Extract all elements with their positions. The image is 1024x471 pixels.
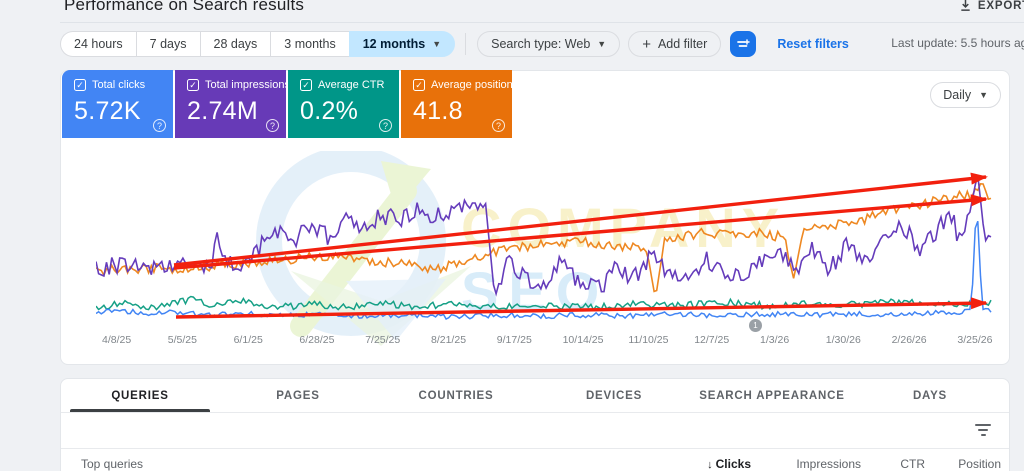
clicks-header-label: Clicks [715, 457, 751, 471]
x-axis-tick-label: 6/28/25 [299, 334, 334, 346]
tab-devices[interactable]: DEVICES [535, 379, 693, 412]
date-range-segmented-control: 24 hours 7 days 28 days 3 months 12 mont… [60, 31, 456, 57]
date-range-selected-label: 12 months [362, 37, 426, 51]
column-header-position[interactable]: Position [958, 457, 1001, 471]
filter-separator [465, 33, 467, 55]
help-icon[interactable]: ? [266, 119, 279, 132]
metric-card-average-ctr[interactable]: ✓ Average CTR 0.2% ? [288, 70, 399, 138]
tab-days[interactable]: DAYS [851, 379, 1009, 412]
reset-filters-link[interactable]: Reset filters [777, 37, 849, 51]
tab-queries[interactable]: QUERIES [61, 379, 219, 412]
column-header-top-queries[interactable]: Top queries [81, 457, 143, 471]
x-axis-tick-label: 2/26/26 [892, 334, 927, 346]
header-divider [60, 22, 1024, 23]
tab-pages[interactable]: PAGES [219, 379, 377, 412]
add-filter-button[interactable]: + Add filter [628, 31, 722, 57]
date-range-24-hours[interactable]: 24 hours [60, 31, 136, 57]
filter-settings-button[interactable] [730, 31, 757, 57]
x-axis-tick-label: 3/25/26 [957, 334, 992, 346]
chart-plot-area[interactable]: COMPANY SEO 4/8/25 5/5/25 6/1/25 6/28/25 7/2… [95, 146, 996, 356]
search-type-label: Search type: Web [491, 37, 591, 51]
export-label: EXPORT [977, 0, 1024, 12]
date-range-12-months-selected[interactable]: 12 months ▼ [348, 31, 456, 57]
search-type-dropdown[interactable]: Search type: Web ▼ [477, 31, 621, 57]
page-title: Performance on Search results [64, 0, 305, 14]
x-axis-tick-label: 11/10/25 [628, 334, 668, 346]
table-toolbar [61, 413, 1009, 449]
metric-card-total-impressions[interactable]: ✓ Total impressions 2.74M ? [175, 70, 290, 138]
help-icon[interactable]: ? [379, 119, 392, 132]
x-axis-tick-label: 7/25/25 [365, 334, 400, 346]
performance-chart-card: ✓ Total clicks 5.72K ? ✓ Total impressio… [60, 70, 1010, 365]
column-header-clicks-sorted[interactable]: ↓ Clicks [707, 457, 751, 471]
chevron-down-icon: ▼ [432, 38, 442, 49]
plus-icon: + [642, 35, 651, 53]
add-filter-label: Add filter [657, 37, 708, 51]
performance-line-chart: COMPANY SEO 4/8/25 5/5/25 6/1/25 6/28/25 7/2… [95, 146, 993, 346]
tab-search-appearance[interactable]: SEARCH APPEARANCE [693, 379, 851, 412]
granularity-label: Daily [943, 88, 972, 102]
checkbox-checked-icon[interactable]: ✓ [300, 79, 312, 91]
chevron-down-icon: ▼ [597, 38, 607, 49]
metric-card-average-position[interactable]: ✓ Average position 41.8 ? [401, 70, 513, 138]
table-header-row: Top queries ↓ Clicks Impressions CTR Posi… [61, 449, 1009, 471]
x-axis-tick-label: 12/7/25 [694, 334, 729, 346]
last-update-text: Last update: 5.5 hours ago [891, 36, 1024, 50]
watermark-text-line2: SEO [461, 260, 609, 323]
help-icon[interactable]: ? [492, 119, 505, 132]
export-button[interactable]: EXPORT [959, 0, 1024, 12]
table-tabs: QUERIES PAGES COUNTRIES DEVICES SEARCH A… [61, 379, 1009, 413]
metric-label: Total clicks [92, 79, 146, 91]
timeline-annotation-badge[interactable]: 1 [749, 319, 762, 332]
x-axis-tick-label: 1/30/26 [826, 334, 861, 346]
tab-label: QUERIES [111, 389, 169, 402]
x-axis-tick-label: 5/5/25 [168, 334, 197, 346]
x-axis-tick-label: 4/8/25 [102, 334, 131, 346]
tune-filter-icon [737, 39, 751, 47]
search-console-performance-page: Performance on Search results EXPORT 24 … [0, 0, 1024, 471]
date-range-28-days[interactable]: 28 days [199, 31, 271, 57]
column-header-ctr[interactable]: CTR [900, 457, 925, 471]
active-tab-underline [70, 409, 210, 412]
x-axis-tick-label: 1/3/26 [760, 334, 789, 346]
x-axis-tick-label: 8/21/25 [431, 334, 466, 346]
x-axis-labels: 4/8/25 5/5/25 6/1/25 6/28/25 7/25/25 8/21/25 9… [102, 334, 993, 346]
filter-bar: 24 hours 7 days 28 days 3 months 12 mont… [60, 31, 1024, 57]
date-range-3-months[interactable]: 3 months [270, 31, 349, 57]
checkbox-checked-icon[interactable]: ✓ [187, 79, 199, 91]
download-icon [961, 0, 970, 11]
x-axis-tick-label: 9/17/25 [497, 334, 532, 346]
metric-label: Total impressions [205, 79, 290, 91]
results-table-card: QUERIES PAGES COUNTRIES DEVICES SEARCH A… [60, 378, 1010, 471]
help-icon[interactable]: ? [153, 119, 166, 132]
date-range-7-days[interactable]: 7 days [135, 31, 200, 57]
granularity-dropdown[interactable]: Daily ▼ [930, 82, 1001, 108]
metric-label: Average position [431, 79, 513, 91]
metric-card-total-clicks[interactable]: ✓ Total clicks 5.72K ? [62, 70, 173, 138]
x-axis-tick-label: 10/14/25 [563, 334, 604, 346]
chevron-down-icon: ▼ [979, 89, 988, 100]
table-filter-icon[interactable] [975, 424, 991, 438]
checkbox-checked-icon[interactable]: ✓ [74, 79, 86, 91]
checkbox-checked-icon[interactable]: ✓ [413, 79, 425, 91]
metric-label: Average CTR [318, 79, 385, 91]
x-axis-tick-label: 6/1/25 [234, 334, 263, 346]
column-header-impressions[interactable]: Impressions [796, 457, 861, 471]
tab-countries[interactable]: COUNTRIES [377, 379, 535, 412]
sort-desc-icon: ↓ [707, 459, 713, 471]
metric-cards: ✓ Total clicks 5.72K ? ✓ Total impressio… [62, 70, 513, 138]
